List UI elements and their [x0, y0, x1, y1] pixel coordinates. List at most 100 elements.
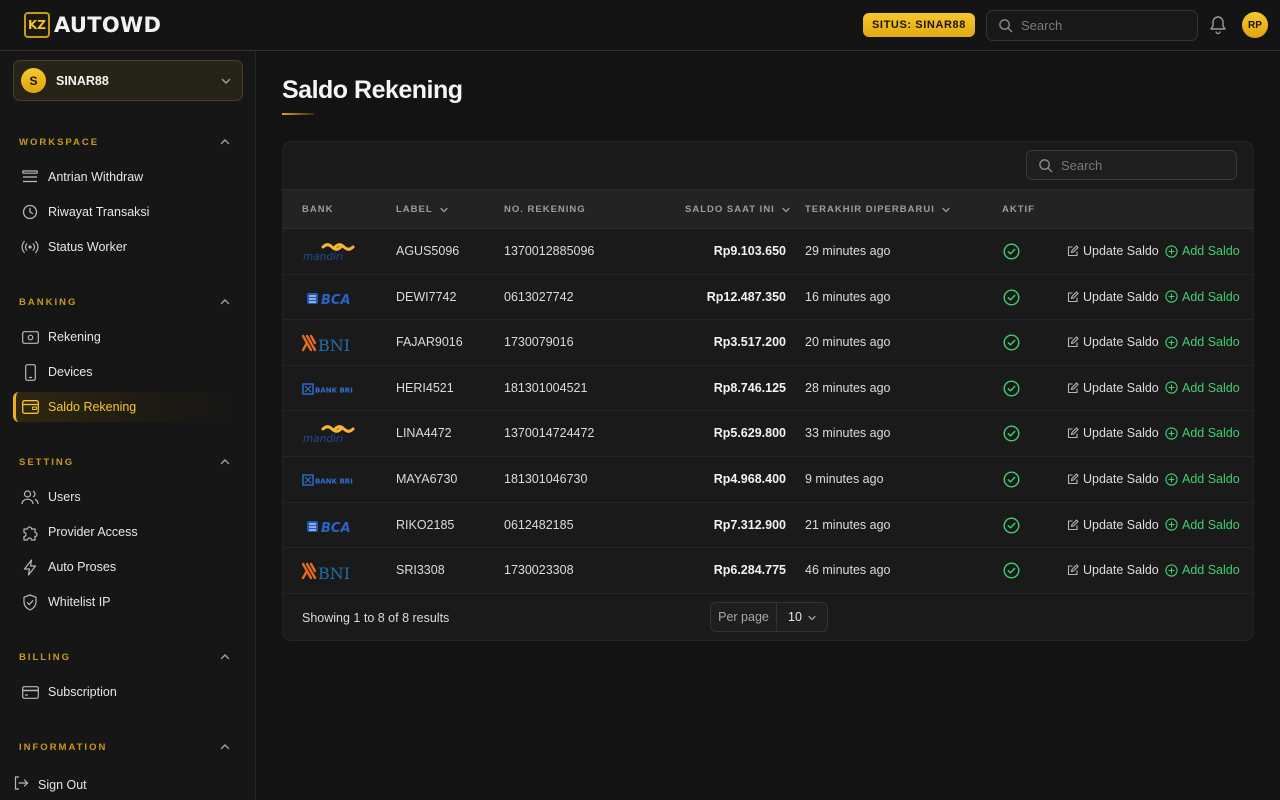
- cell-no-rekening: 181301004521: [504, 380, 588, 395]
- phone-icon: [21, 363, 39, 381]
- sidebar-item-antrian-withdraw[interactable]: Antrian Withdraw: [13, 162, 243, 192]
- update-saldo-label: Update Saldo: [1083, 289, 1159, 304]
- sidebar-item-subscription[interactable]: Subscription: [13, 677, 243, 707]
- per-page-select[interactable]: Per page 10: [710, 602, 828, 632]
- cell-no-rekening: 1370014724472: [504, 426, 595, 441]
- add-saldo-button[interactable]: Add Saldo: [1165, 563, 1240, 577]
- header-label: LABEL: [396, 204, 433, 215]
- add-saldo-button[interactable]: Add Saldo: [1165, 335, 1240, 349]
- update-saldo-button[interactable]: Update Saldo: [1067, 518, 1159, 532]
- update-saldo-button[interactable]: Update Saldo: [1067, 563, 1159, 577]
- update-saldo-label: Update Saldo: [1083, 380, 1159, 395]
- cell-no-rekening: 1730023308: [504, 563, 574, 578]
- add-saldo-button[interactable]: Add Saldo: [1165, 472, 1240, 486]
- section-workspace[interactable]: WORKSPACE: [19, 135, 231, 149]
- update-saldo-button[interactable]: Update Saldo: [1067, 472, 1159, 486]
- header-label: SALDO SAAT INI: [685, 204, 775, 215]
- sidebar-item-riwayat-transaksi[interactable]: Riwayat Transaksi: [13, 197, 243, 227]
- svg-text:BANK BRI: BANK BRI: [315, 386, 353, 394]
- sort-chevron-icon: [440, 207, 448, 212]
- table-search-placeholder: Search: [1061, 157, 1103, 173]
- workspace-name: SINAR88: [56, 73, 109, 88]
- user-avatar[interactable]: RP: [1242, 12, 1268, 38]
- svg-text:mandiri: mandiri: [303, 251, 343, 263]
- cell-updated: 21 minutes ago: [805, 517, 891, 532]
- puzzle-icon: [21, 523, 39, 541]
- results-summary: Showing 1 to 8 of 8 results: [302, 611, 450, 625]
- workspace-avatar: S: [21, 68, 46, 93]
- add-saldo-button[interactable]: Add Saldo: [1165, 290, 1240, 304]
- section-billing[interactable]: BILLING: [19, 650, 231, 664]
- cell-no-rekening: 181301046730: [504, 472, 588, 486]
- table-search-input[interactable]: Search: [1026, 150, 1237, 180]
- top-search-input[interactable]: Search: [986, 10, 1198, 41]
- cell-updated: 29 minutes ago: [805, 244, 891, 258]
- section-banking[interactable]: BANKING: [19, 295, 231, 309]
- sidebar: S SINAR88 WORKSPACE Antrian Withdraw Riw…: [0, 51, 256, 800]
- list-icon: [21, 168, 39, 186]
- check-circle-icon: [1003, 243, 1020, 263]
- app-logo[interactable]: KZ AUTOWD: [24, 12, 161, 38]
- chevron-up-icon: [220, 459, 230, 465]
- update-saldo-button[interactable]: Update Saldo: [1067, 381, 1159, 395]
- section-label: BILLING: [19, 651, 71, 663]
- shield-check-icon: [21, 593, 39, 611]
- svg-text:mandiri: mandiri: [303, 433, 343, 445]
- add-saldo-button[interactable]: Add Saldo: [1165, 518, 1240, 532]
- sort-chevron-icon: [782, 207, 790, 212]
- update-saldo-button[interactable]: Update Saldo: [1067, 290, 1159, 304]
- update-saldo-button[interactable]: Update Saldo: [1067, 426, 1159, 440]
- situs-badge[interactable]: SITUS: SINAR88: [863, 13, 975, 37]
- cell-updated: 16 minutes ago: [805, 289, 891, 304]
- update-saldo-button[interactable]: Update Saldo: [1067, 244, 1159, 258]
- sign-out-button[interactable]: Sign Out: [13, 775, 87, 794]
- cell-label: AGUS5096: [396, 244, 460, 258]
- column-header-bank: BANK: [302, 204, 333, 215]
- notification-bell-icon[interactable]: [1209, 15, 1227, 38]
- cell-updated: 33 minutes ago: [805, 426, 891, 441]
- add-saldo-label: Add Saldo: [1182, 517, 1240, 532]
- sidebar-item-rekening[interactable]: Rekening: [13, 322, 243, 352]
- cell-label: HERI4521: [396, 380, 454, 395]
- broadcast-icon: [21, 238, 39, 256]
- section-information[interactable]: INFORMATION: [19, 740, 231, 754]
- sidebar-item-auto-proses[interactable]: Auto Proses: [13, 552, 243, 582]
- sidebar-item-users[interactable]: Users: [13, 482, 243, 512]
- sidebar-item-label: Whitelist IP: [48, 595, 111, 609]
- column-header-terakhir[interactable]: TERAKHIR DIPERBARUI: [805, 204, 951, 215]
- workspace-selector[interactable]: S SINAR88: [13, 60, 243, 101]
- sidebar-item-provider-access[interactable]: Provider Access: [13, 517, 243, 547]
- sidebar-item-label: Auto Proses: [48, 560, 117, 574]
- sign-out-label: Sign Out: [38, 777, 87, 792]
- search-icon: [999, 19, 1013, 33]
- add-saldo-button[interactable]: Add Saldo: [1165, 426, 1240, 440]
- chevron-up-icon: [220, 139, 230, 145]
- add-saldo-button[interactable]: Add Saldo: [1165, 381, 1240, 395]
- sidebar-item-label: Saldo Rekening: [48, 400, 137, 414]
- sign-out-icon: [13, 775, 29, 794]
- column-header-saldo[interactable]: SALDO SAAT INI: [685, 204, 791, 215]
- cell-label: RIKO2185: [396, 517, 455, 532]
- bank-logo-bni: BNI: [301, 559, 357, 583]
- sidebar-item-saldo-rekening[interactable]: Saldo Rekening: [13, 392, 243, 422]
- main-content: Saldo Rekening Search BANK LABEL NO. REK…: [257, 51, 1280, 800]
- bank-logo-bri: BANK BRI: [301, 468, 357, 492]
- sidebar-item-status-worker[interactable]: Status Worker: [13, 232, 243, 262]
- add-saldo-button[interactable]: Add Saldo: [1165, 244, 1240, 258]
- section-label: WORKSPACE: [19, 136, 100, 148]
- sidebar-item-label: Subscription: [48, 685, 117, 699]
- sidebar-item-devices[interactable]: Devices: [13, 357, 243, 387]
- update-saldo-label: Update Saldo: [1083, 517, 1159, 532]
- section-label: BANKING: [19, 296, 78, 308]
- header-label: BANK: [302, 204, 334, 215]
- sidebar-item-whitelist-ip[interactable]: Whitelist IP: [13, 587, 243, 617]
- edit-icon: [1067, 427, 1079, 439]
- column-header-label[interactable]: LABEL: [396, 204, 449, 215]
- svg-text:BCA: BCA: [321, 521, 351, 536]
- top-search-placeholder: Search: [1021, 18, 1063, 33]
- page-title: Saldo Rekening: [282, 76, 463, 104]
- section-setting[interactable]: SETTING: [19, 455, 231, 469]
- update-saldo-button[interactable]: Update Saldo: [1067, 335, 1159, 349]
- check-circle-icon: [1003, 289, 1020, 309]
- svg-text:BNI: BNI: [318, 564, 350, 583]
